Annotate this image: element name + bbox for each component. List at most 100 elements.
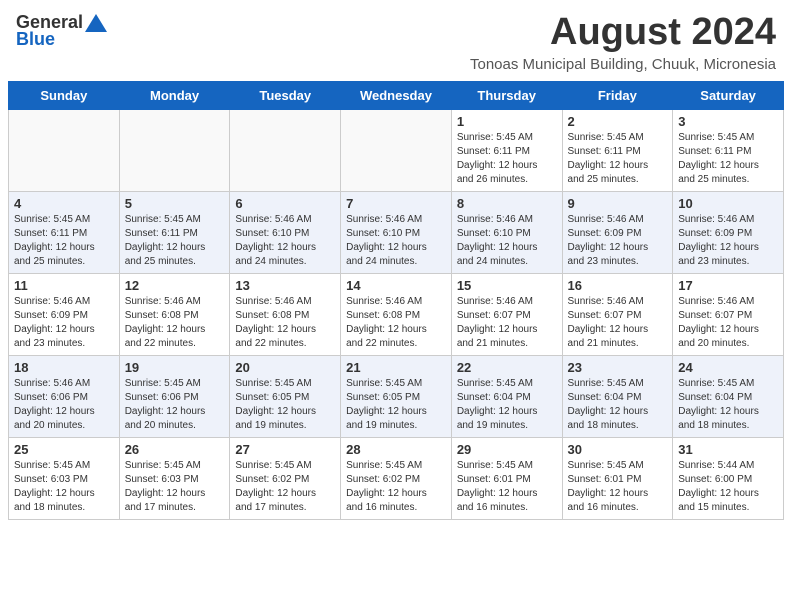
subtitle: Tonoas Municipal Building, Chuuk, Micron… bbox=[470, 56, 776, 73]
day-info: Sunrise: 5:45 AMSunset: 6:11 PMDaylight:… bbox=[568, 131, 668, 187]
day-number: 31 bbox=[678, 442, 778, 457]
day-info: Sunrise: 5:44 AMSunset: 6:00 PMDaylight:… bbox=[678, 459, 778, 515]
day-info: Sunrise: 5:45 AMSunset: 6:03 PMDaylight:… bbox=[14, 459, 114, 515]
calendar-cell: 14 Sunrise: 5:46 AMSunset: 6:08 PMDayligh… bbox=[341, 273, 452, 355]
calendar-cell: 15 Sunrise: 5:46 AMSunset: 6:07 PMDayligh… bbox=[451, 273, 562, 355]
day-number: 26 bbox=[125, 442, 225, 457]
day-info: Sunrise: 5:45 AMSunset: 6:06 PMDaylight:… bbox=[125, 377, 225, 433]
day-number: 25 bbox=[14, 442, 114, 457]
day-number: 9 bbox=[568, 196, 668, 211]
logo: General Blue bbox=[16, 12, 109, 50]
day-info: Sunrise: 5:46 AMSunset: 6:06 PMDaylight:… bbox=[14, 377, 114, 433]
day-number: 5 bbox=[125, 196, 225, 211]
day-number: 11 bbox=[14, 278, 114, 293]
calendar-cell: 23Sunrise: 5:45 AMSunset: 6:04 PMDayligh… bbox=[562, 355, 673, 437]
day-number: 10 bbox=[678, 196, 778, 211]
col-friday: Friday bbox=[562, 81, 673, 109]
calendar-cell: 26 Sunrise: 5:45 AMSunset: 6:03 PMDayligh… bbox=[119, 437, 230, 519]
calendar-cell: 31 Sunrise: 5:44 AMSunset: 6:00 PMDayligh… bbox=[673, 437, 784, 519]
calendar-cell: 9 Sunrise: 5:46 AMSunset: 6:09 PMDaylight… bbox=[562, 191, 673, 273]
day-info: Sunrise: 5:46 AMSunset: 6:08 PMDaylight:… bbox=[125, 295, 225, 351]
day-number: 19 bbox=[125, 360, 225, 375]
calendar-cell bbox=[119, 109, 230, 191]
calendar-cell: 19 Sunrise: 5:45 AMSunset: 6:06 PMDayligh… bbox=[119, 355, 230, 437]
day-info: Sunrise: 5:46 AMSunset: 6:09 PMDaylight:… bbox=[568, 213, 668, 269]
day-number: 15 bbox=[457, 278, 557, 293]
calendar-cell bbox=[341, 109, 452, 191]
day-number: 2 bbox=[568, 114, 668, 129]
calendar-cell: 25 Sunrise: 5:45 AMSunset: 6:03 PMDayligh… bbox=[9, 437, 120, 519]
day-info: Sunrise: 5:46 AMSunset: 6:07 PMDaylight:… bbox=[568, 295, 668, 351]
day-info: Sunrise: 5:45 AMSunset: 6:03 PMDaylight:… bbox=[125, 459, 225, 515]
day-number: 23 bbox=[568, 360, 668, 375]
calendar-cell bbox=[9, 109, 120, 191]
logo-icon bbox=[85, 14, 107, 32]
day-info: Sunrise: 5:45 AMSunset: 6:02 PMDaylight:… bbox=[346, 459, 446, 515]
day-number: 28 bbox=[346, 442, 446, 457]
col-sunday: Sunday bbox=[9, 81, 120, 109]
day-number: 22 bbox=[457, 360, 557, 375]
day-info: Sunrise: 5:45 AMSunset: 6:05 PMDaylight:… bbox=[346, 377, 446, 433]
day-info: Sunrise: 5:45 AMSunset: 6:05 PMDaylight:… bbox=[235, 377, 335, 433]
calendar-cell: 10Sunrise: 5:46 AMSunset: 6:09 PMDayligh… bbox=[673, 191, 784, 273]
day-number: 14 bbox=[346, 278, 446, 293]
day-number: 7 bbox=[346, 196, 446, 211]
calendar-cell: 22Sunrise: 5:45 AMSunset: 6:04 PMDayligh… bbox=[451, 355, 562, 437]
day-number: 18 bbox=[14, 360, 114, 375]
day-number: 21 bbox=[346, 360, 446, 375]
calendar-header-row: Sunday Monday Tuesday Wednesday Thursday… bbox=[9, 81, 784, 109]
calendar-cell: 29 Sunrise: 5:45 AMSunset: 6:01 PMDayligh… bbox=[451, 437, 562, 519]
main-title: August 2024 bbox=[470, 12, 776, 54]
calendar-week-3: 11Sunrise: 5:46 AMSunset: 6:09 PMDayligh… bbox=[9, 273, 784, 355]
calendar-table: Sunday Monday Tuesday Wednesday Thursday… bbox=[8, 81, 784, 520]
calendar-week-4: 18 Sunrise: 5:46 AMSunset: 6:06 PMDayligh… bbox=[9, 355, 784, 437]
page-wrapper: General Blue August 2024 Tonoas Municipa… bbox=[0, 0, 792, 528]
col-monday: Monday bbox=[119, 81, 230, 109]
day-number: 3 bbox=[678, 114, 778, 129]
day-info: Sunrise: 5:45 AMSunset: 6:02 PMDaylight:… bbox=[235, 459, 335, 515]
calendar-cell: 1Sunrise: 5:45 AMSunset: 6:11 PMDaylight… bbox=[451, 109, 562, 191]
day-info: Sunrise: 5:46 AMSunset: 6:08 PMDaylight:… bbox=[346, 295, 446, 351]
day-info: Sunrise: 5:45 AMSunset: 6:11 PMDaylight:… bbox=[678, 131, 778, 187]
calendar-cell: 16Sunrise: 5:46 AMSunset: 6:07 PMDayligh… bbox=[562, 273, 673, 355]
day-info: Sunrise: 5:46 AMSunset: 6:08 PMDaylight:… bbox=[235, 295, 335, 351]
calendar-cell: 28 Sunrise: 5:45 AMSunset: 6:02 PMDayligh… bbox=[341, 437, 452, 519]
calendar-cell: 17 Sunrise: 5:46 AMSunset: 6:07 PMDayligh… bbox=[673, 273, 784, 355]
day-number: 4 bbox=[14, 196, 114, 211]
day-info: Sunrise: 5:46 AMSunset: 6:10 PMDaylight:… bbox=[346, 213, 446, 269]
calendar-cell: 4 Sunrise: 5:45 AMSunset: 6:11 PMDaylight… bbox=[9, 191, 120, 273]
day-number: 12 bbox=[125, 278, 225, 293]
day-number: 29 bbox=[457, 442, 557, 457]
col-tuesday: Tuesday bbox=[230, 81, 341, 109]
day-info: Sunrise: 5:46 AMSunset: 6:07 PMDaylight:… bbox=[457, 295, 557, 351]
calendar-week-2: 4 Sunrise: 5:45 AMSunset: 6:11 PMDaylight… bbox=[9, 191, 784, 273]
calendar-cell: 2 Sunrise: 5:45 AMSunset: 6:11 PMDaylight… bbox=[562, 109, 673, 191]
calendar-cell: 3 Sunrise: 5:45 AMSunset: 6:11 PMDaylight… bbox=[673, 109, 784, 191]
col-saturday: Saturday bbox=[673, 81, 784, 109]
calendar-cell: 11Sunrise: 5:46 AMSunset: 6:09 PMDayligh… bbox=[9, 273, 120, 355]
calendar-cell: 12 Sunrise: 5:46 AMSunset: 6:08 PMDayligh… bbox=[119, 273, 230, 355]
calendar-cell: 27 Sunrise: 5:45 AMSunset: 6:02 PMDayligh… bbox=[230, 437, 341, 519]
day-number: 8 bbox=[457, 196, 557, 211]
day-number: 27 bbox=[235, 442, 335, 457]
day-number: 17 bbox=[678, 278, 778, 293]
calendar-wrapper: Sunday Monday Tuesday Wednesday Thursday… bbox=[0, 81, 792, 528]
day-number: 20 bbox=[235, 360, 335, 375]
day-info: Sunrise: 5:45 AMSunset: 6:11 PMDaylight:… bbox=[457, 131, 557, 187]
day-number: 24 bbox=[678, 360, 778, 375]
calendar-cell: 24Sunrise: 5:45 AMSunset: 6:04 PMDayligh… bbox=[673, 355, 784, 437]
logo-blue: Blue bbox=[16, 29, 55, 50]
title-block: August 2024 Tonoas Municipal Building, C… bbox=[470, 12, 776, 73]
day-info: Sunrise: 5:46 AMSunset: 6:10 PMDaylight:… bbox=[235, 213, 335, 269]
day-info: Sunrise: 5:45 AMSunset: 6:01 PMDaylight:… bbox=[568, 459, 668, 515]
day-number: 6 bbox=[235, 196, 335, 211]
day-info: Sunrise: 5:46 AMSunset: 6:07 PMDaylight:… bbox=[678, 295, 778, 351]
day-number: 30 bbox=[568, 442, 668, 457]
calendar-week-5: 25 Sunrise: 5:45 AMSunset: 6:03 PMDayligh… bbox=[9, 437, 784, 519]
calendar-cell: 5Sunrise: 5:45 AMSunset: 6:11 PMDaylight… bbox=[119, 191, 230, 273]
calendar-cell: 13Sunrise: 5:46 AMSunset: 6:08 PMDayligh… bbox=[230, 273, 341, 355]
day-info: Sunrise: 5:45 AMSunset: 6:11 PMDaylight:… bbox=[14, 213, 114, 269]
day-info: Sunrise: 5:45 AMSunset: 6:01 PMDaylight:… bbox=[457, 459, 557, 515]
calendar-cell: 21 Sunrise: 5:45 AMSunset: 6:05 PMDayligh… bbox=[341, 355, 452, 437]
col-thursday: Thursday bbox=[451, 81, 562, 109]
